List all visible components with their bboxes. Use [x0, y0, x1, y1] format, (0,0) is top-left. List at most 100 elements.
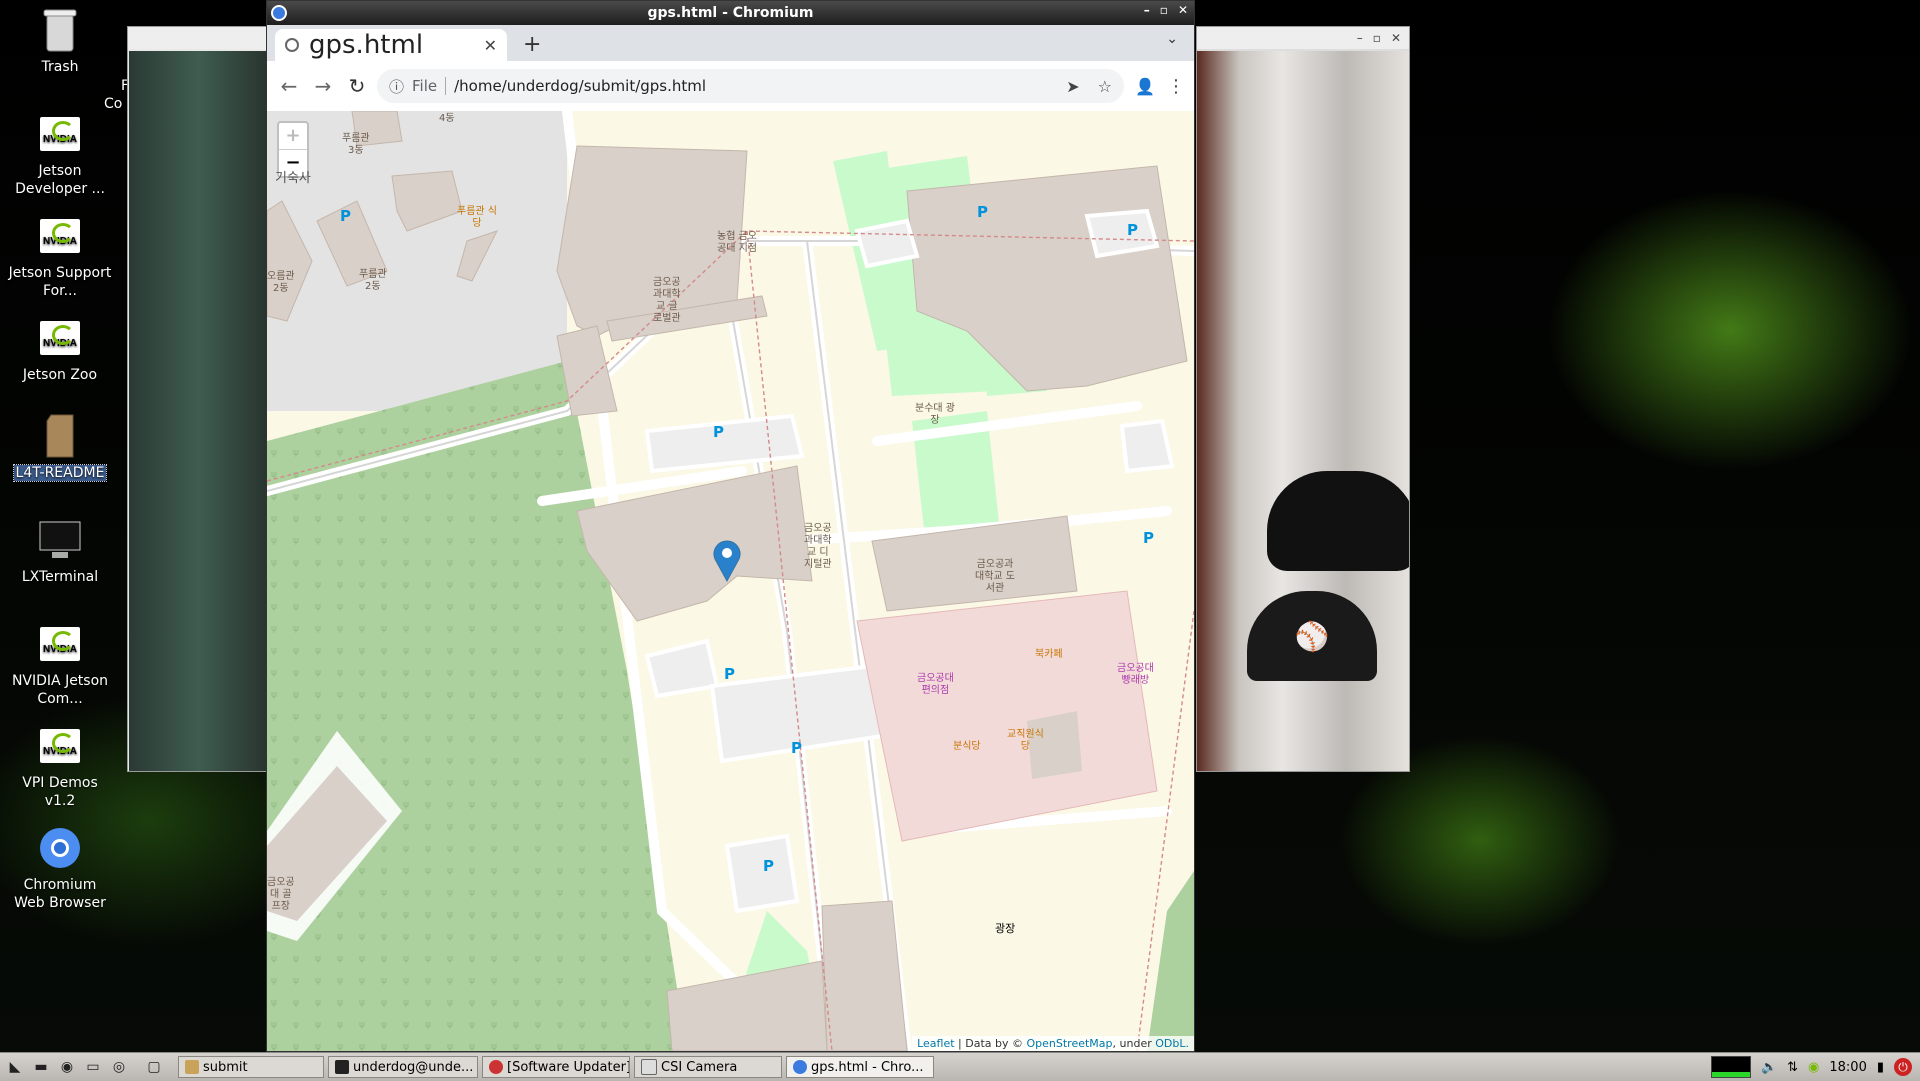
folder-icon — [185, 1060, 199, 1074]
nvidia-icon: NVIDIA — [40, 729, 80, 763]
map-label: 금오공 과대학 교 글 로벌관 — [653, 277, 681, 324]
map-attribution: Leaflet | Data by © OpenStreetMap, under… — [912, 1036, 1194, 1051]
leaflet-link[interactable]: Leaflet — [917, 1037, 954, 1050]
address-bar[interactable]: ⓘ File /home/underdog/submit/gps.html ➤ … — [377, 69, 1124, 103]
nvidia-icon: NVIDIA — [40, 219, 80, 253]
task-submit[interactable]: submit — [178, 1056, 324, 1078]
camera-feed: ⚾ — [1197, 51, 1409, 771]
close-button[interactable]: ✕ — [1391, 31, 1401, 45]
window-titlebar[interactable]: – ▫ ✕ — [1197, 27, 1409, 49]
reload-icon[interactable]: ↻ — [343, 74, 371, 98]
desktop-icon-label: Jetson Support For... — [8, 265, 112, 299]
updater-icon — [489, 1060, 503, 1074]
map-label: 북카페 — [1035, 649, 1063, 660]
desktop-icon-jetson-developer[interactable]: NVIDIA Jetson Developer ... — [8, 112, 112, 198]
trash-icon — [38, 8, 82, 52]
desktop-icon-nvidia-jetson-com[interactable]: NVIDIA NVIDIA Jetson Com... — [8, 622, 112, 708]
parking-icon: P — [1127, 221, 1138, 239]
menu-launcher-icon[interactable]: ◣ — [4, 1056, 26, 1078]
browser-icon[interactable]: ◉ — [56, 1056, 78, 1078]
system-tray: 🔈 ⇅ ◉ 18:00 ▮ ⏻ — [1710, 1056, 1920, 1078]
parking-icon: P — [1143, 529, 1154, 547]
clock[interactable]: 18:00 — [1829, 1060, 1866, 1075]
task-csi-camera[interactable]: CSI Camera — [634, 1056, 782, 1078]
send-icon[interactable]: ➤ — [1066, 77, 1079, 96]
map-label: 금오공 대 골 프장 — [267, 877, 295, 912]
nvidia-icon: NVIDIA — [40, 321, 80, 355]
browser-toolbar: ← → ↻ ⓘ File /home/underdog/submit/gps.h… — [267, 61, 1194, 112]
parking-icon: P — [763, 857, 774, 875]
task-chromium[interactable]: gps.html - Chro... — [786, 1056, 934, 1078]
nvidia-tray-icon[interactable]: ◉ — [1808, 1060, 1819, 1075]
map-label: 광장 — [995, 922, 1016, 935]
background-window-left[interactable] — [127, 26, 269, 772]
map-label: 오름관 2동 — [267, 271, 295, 294]
map-label: 기숙사 — [275, 171, 311, 186]
parking-icon: P — [713, 423, 724, 441]
close-button[interactable]: ✕ — [1178, 3, 1188, 17]
map-marker-icon[interactable] — [712, 539, 742, 583]
map-label: 교직원식 당 — [1007, 729, 1044, 752]
map-label: 금오공 과대학 교 디 지털관 — [804, 523, 832, 570]
chromium-icon — [271, 5, 287, 21]
map-label: 분수대 광 장 — [915, 403, 955, 426]
show-desktop-icon[interactable]: ▭ — [82, 1056, 104, 1078]
terminal-icon — [38, 518, 82, 562]
desktop-icon-jetson-support[interactable]: NVIDIA Jetson Support For... — [8, 214, 112, 300]
profile-icon[interactable]: 👤 — [1130, 77, 1160, 96]
desktop-icon-label: Jetson Zoo — [22, 367, 98, 383]
bookmark-star-icon[interactable]: ☆ — [1098, 77, 1112, 96]
window-titlebar[interactable] — [128, 27, 268, 49]
minimize-button[interactable]: – — [1357, 31, 1363, 45]
menu-dots-icon[interactable]: ⋮ — [1166, 76, 1186, 97]
desktop-icon-label: Chromium Web Browser — [14, 877, 106, 911]
power-icon[interactable]: ⏻ — [1894, 1058, 1912, 1076]
battery-icon[interactable]: ▮ — [1877, 1060, 1884, 1075]
minimize-button[interactable]: – — [1144, 3, 1150, 17]
osm-link[interactable]: OpenStreetMap — [1027, 1037, 1113, 1050]
desktop-icon-vpi-demos[interactable]: NVIDIA VPI Demos v1.2 — [8, 724, 112, 810]
csi-camera-window[interactable]: – ▫ ✕ ⚾ — [1196, 26, 1410, 772]
maximize-button[interactable]: ▫ — [1373, 31, 1381, 45]
odbl-link[interactable]: ODbL. — [1155, 1037, 1189, 1050]
map-label: 금오공대 편의점 — [917, 673, 954, 696]
site-info-icon[interactable]: ⓘ — [389, 76, 404, 97]
tab-close-icon[interactable]: ✕ — [484, 36, 497, 55]
video-feed — [129, 51, 268, 771]
desktop-icon-label: LXTerminal — [21, 569, 99, 585]
globe-icon — [285, 38, 299, 52]
desktop-icon-l4t-readme[interactable]: L4T-README — [8, 414, 112, 482]
network-icon[interactable]: ⇅ — [1787, 1060, 1798, 1075]
map-label: 푸름관 3동 — [342, 133, 370, 156]
chromium-launch-icon[interactable]: ◎ — [108, 1056, 130, 1078]
map-label: 분식당 — [953, 741, 981, 752]
desktop-icon-trash[interactable]: Trash — [8, 8, 112, 76]
back-icon[interactable]: ← — [275, 74, 303, 98]
terminal-icon — [335, 1060, 349, 1074]
desktop-icon-lxterminal[interactable]: LXTerminal — [8, 518, 112, 586]
tab-gps[interactable]: gps.html ✕ — [275, 29, 507, 61]
tab-title: gps.html — [309, 30, 424, 60]
url-text[interactable]: /home/underdog/submit/gps.html — [454, 77, 706, 95]
tab-search-icon[interactable]: ⌄ — [1166, 31, 1178, 47]
new-tab-button[interactable]: + — [523, 32, 541, 57]
leaflet-map[interactable]: ψ — [267, 111, 1194, 1051]
task-software-updater[interactable]: [Software Updater] — [482, 1056, 630, 1078]
parking-icon: P — [791, 739, 802, 757]
task-terminal[interactable]: underdog@unde... — [328, 1056, 478, 1078]
window-titlebar[interactable]: gps.html - Chromium – ▫ ✕ — [267, 1, 1194, 25]
window-title: gps.html - Chromium — [647, 5, 814, 21]
chromium-window[interactable]: gps.html - Chromium – ▫ ✕ gps.html ✕ + ⌄… — [266, 0, 1195, 1052]
scheme-label: File — [412, 77, 447, 95]
volume-icon[interactable]: 🔈 — [1761, 1060, 1777, 1075]
zoom-in-button[interactable]: + — [279, 123, 307, 150]
desktop-icon-label: L4T-README — [12, 464, 108, 482]
file-manager-icon[interactable]: ▬ — [30, 1056, 52, 1078]
window-icon — [641, 1059, 657, 1075]
desktop-icon-jetson-zoo[interactable]: NVIDIA Jetson Zoo — [8, 316, 112, 384]
maximize-button[interactable]: ▫ — [1160, 3, 1168, 17]
forward-icon[interactable]: → — [309, 74, 337, 98]
workspace-pager[interactable]: ▢ — [134, 1056, 174, 1078]
nvidia-icon: NVIDIA — [40, 627, 80, 661]
desktop-icon-chromium[interactable]: Chromium Web Browser — [8, 826, 112, 912]
